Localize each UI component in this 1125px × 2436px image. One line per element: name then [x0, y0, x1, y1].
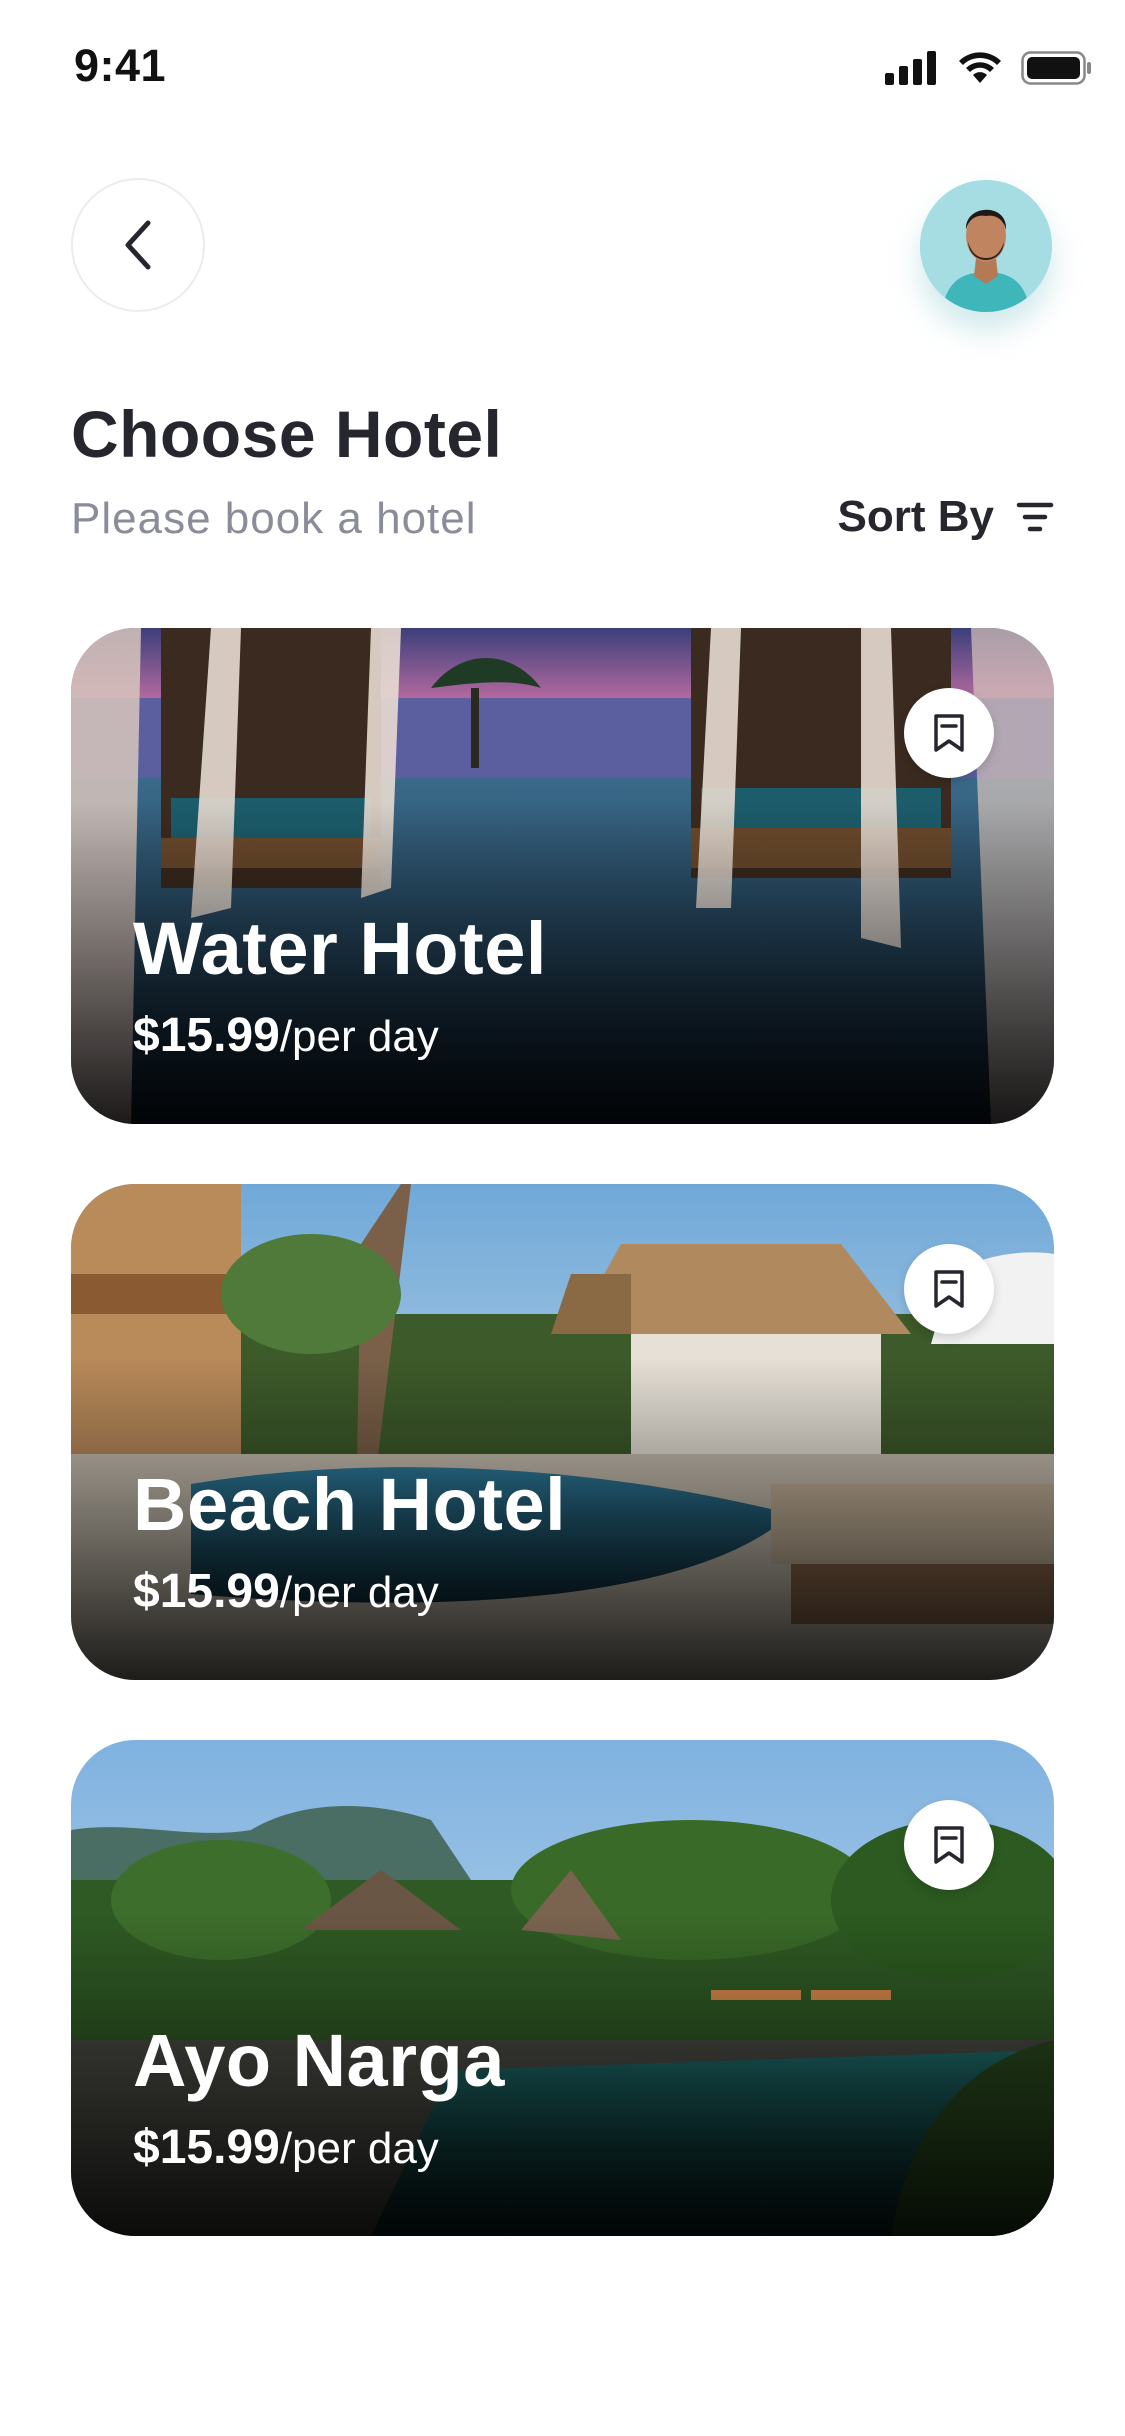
signal-icon: [885, 51, 936, 85]
price-unit: /per day: [279, 2124, 439, 2173]
hotel-price: $15.99/per day: [133, 1564, 439, 1619]
wifi-icon: [959, 52, 1001, 83]
bookmark-icon: [934, 714, 964, 752]
hotel-card[interactable]: Ayo Narga $15.99/per day: [71, 1740, 1054, 2236]
page-title: Choose Hotel: [71, 397, 503, 471]
hotel-price: $15.99/per day: [133, 2120, 439, 2175]
avatar-image: [920, 180, 1052, 312]
back-button[interactable]: [71, 178, 205, 312]
price-amount: $15.99: [133, 1565, 280, 1618]
bookmark-icon: [934, 1270, 964, 1308]
price-unit: /per day: [279, 1568, 439, 1617]
bookmark-icon: [934, 1826, 964, 1864]
hotel-card[interactable]: Beach Hotel $15.99/per day: [71, 1184, 1054, 1680]
hotel-card[interactable]: Water Hotel $15.99/per day: [71, 628, 1054, 1124]
bookmark-button[interactable]: [904, 1800, 994, 1890]
sort-label: Sort By: [837, 492, 994, 541]
hotel-name: Beach Hotel: [133, 1463, 567, 1546]
bookmark-button[interactable]: [904, 688, 994, 778]
bookmark-button[interactable]: [904, 1244, 994, 1334]
price-unit: /per day: [279, 1012, 439, 1061]
sort-by-button[interactable]: Sort By: [838, 492, 1054, 542]
hotel-name: Ayo Narga: [133, 2019, 505, 2102]
hotel-name: Water Hotel: [133, 907, 547, 990]
price-amount: $15.99: [133, 2121, 280, 2174]
hotel-price: $15.99/per day: [133, 1008, 439, 1063]
status-bar: 9:41: [0, 0, 1125, 140]
filter-lines-icon: [1016, 502, 1054, 532]
status-time: 9:41: [74, 40, 167, 91]
user-avatar[interactable]: [920, 180, 1052, 312]
price-amount: $15.99: [133, 1009, 280, 1062]
battery-icon: [1021, 51, 1091, 85]
page-subtitle: Please book a hotel: [71, 494, 477, 543]
status-icons: [885, 48, 1093, 88]
chevron-left-icon: [125, 220, 151, 270]
